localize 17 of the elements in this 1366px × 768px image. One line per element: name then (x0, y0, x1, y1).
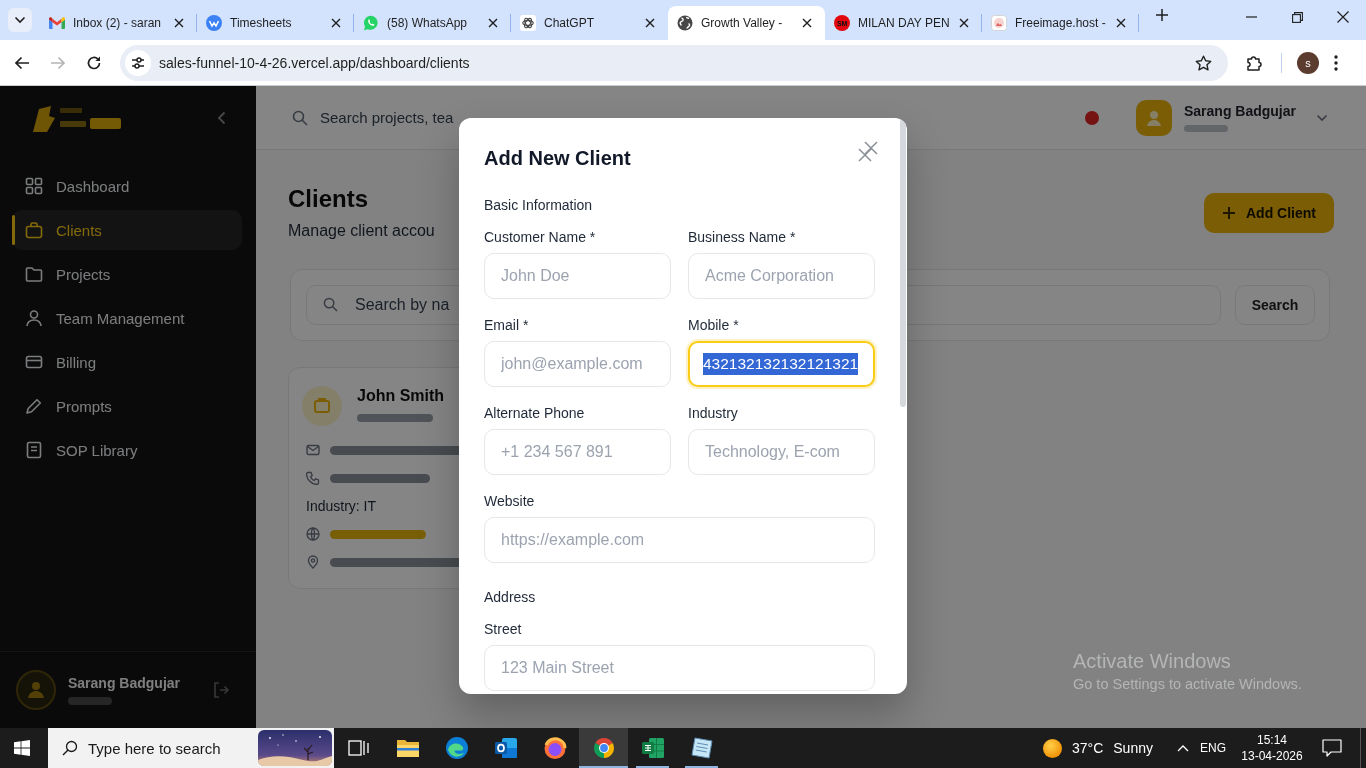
field-label: Industry (688, 404, 738, 422)
section-title: Address (484, 588, 536, 606)
field-label: Street (484, 620, 522, 638)
page-title: Clients (288, 184, 369, 214)
field-label: Customer Name * (484, 228, 596, 246)
page-subtitle: Manage client accou (288, 222, 435, 240)
user-name: Sarang Badgujar (68, 675, 181, 691)
field-label: Business Name * (688, 228, 796, 246)
field-label: Mobile * (688, 316, 739, 334)
client-name: John Smith (357, 386, 445, 406)
user-name: Sarang Badgujar (1183, 103, 1296, 119)
dialog-title: Add New Client (484, 146, 631, 171)
section-title: Basic Information (484, 196, 593, 214)
industry-text: Industry: IT (306, 498, 377, 514)
field-label: Alternate Phone (484, 404, 585, 422)
field-label: Website (484, 492, 535, 510)
field-label: Email * (484, 316, 529, 334)
